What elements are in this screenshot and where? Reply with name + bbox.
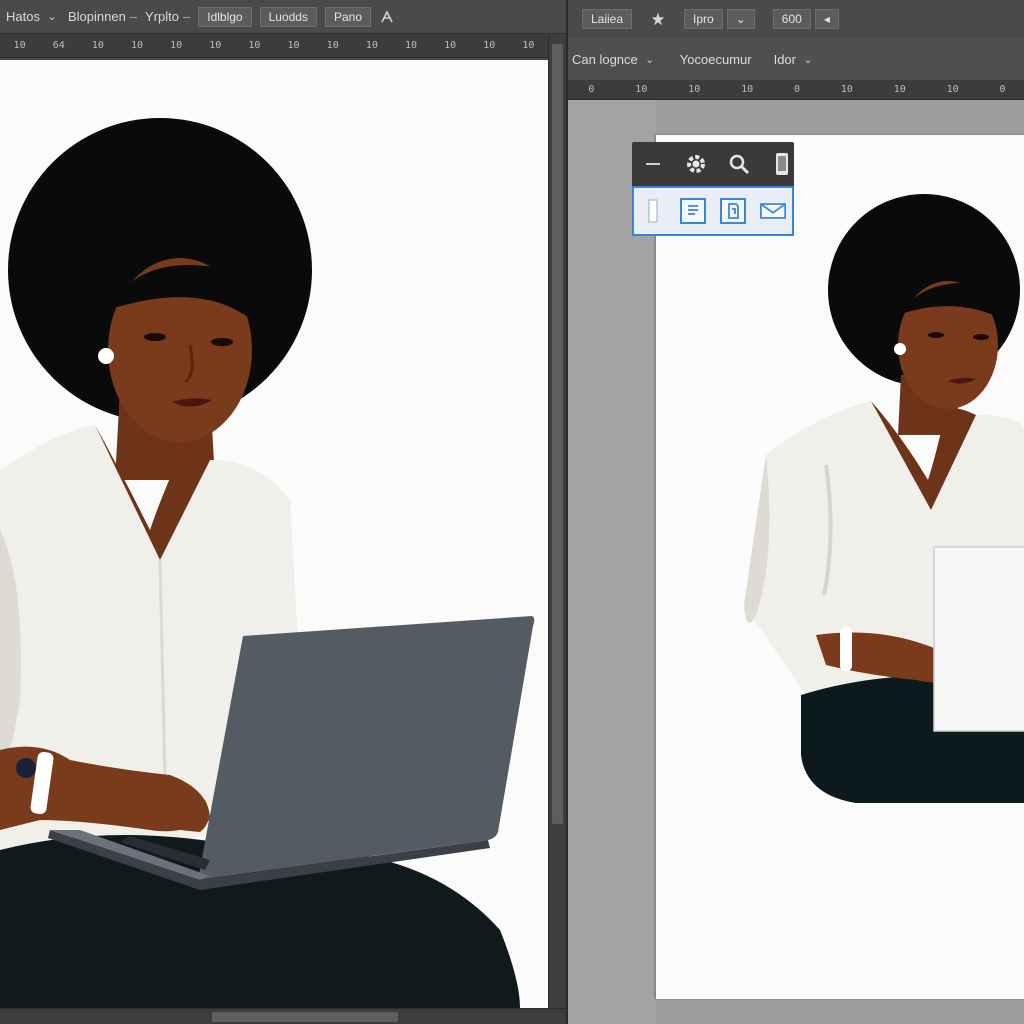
- ruler-tick: 10: [248, 40, 261, 51]
- toolbar-item-hatos[interactable]: Hatos ⌄: [6, 9, 60, 25]
- toolbar-item-yrplto[interactable]: Yrplto –: [145, 9, 190, 24]
- toolbar-field-idlblgo[interactable]: Idlblgo: [198, 6, 252, 27]
- floating-tool-palette: [632, 142, 794, 238]
- ruler-tick: 10: [688, 84, 701, 95]
- ruler-tick: 0: [588, 84, 595, 95]
- right-horizontal-ruler: 0 10 10 10 0 10 10 10 0: [568, 80, 1024, 100]
- ruler-tick: 10: [91, 40, 104, 51]
- toolbar-separator: –: [183, 9, 191, 24]
- stepper-icon: ◂: [814, 9, 839, 29]
- ruler-tick: 10: [946, 84, 959, 95]
- ruler-tick: 10: [326, 40, 339, 51]
- star-tool-icon[interactable]: [650, 11, 666, 27]
- zoom-dropdown[interactable]: Ipro ⌄: [684, 9, 755, 29]
- toolbar-field-pano[interactable]: Pano: [324, 6, 372, 27]
- toolbar-item-label: Hatos: [6, 9, 40, 24]
- note-icon[interactable]: [680, 198, 706, 224]
- size-field[interactable]: 600 ◂: [772, 9, 839, 29]
- right-document-pane: Laiiea Ipro ⌄ 600 ◂ Can lognce ⌄ Yocoecu…: [566, 0, 1024, 1024]
- zoom-icon[interactable]: [726, 151, 751, 177]
- scrollbar-thumb[interactable]: [552, 44, 563, 824]
- toolbar-tab-laiiea[interactable]: Laiiea: [582, 9, 633, 29]
- ruler-tick: 0: [793, 84, 800, 95]
- illustration-woman-with-laptop: [0, 118, 535, 1008]
- ruler-tick: 64: [52, 40, 65, 51]
- size-value: 600: [772, 9, 811, 29]
- ruler-tick: 10: [483, 40, 496, 51]
- chevron-down-icon: ⌄: [47, 11, 57, 23]
- toolbar-item-label: Blopinnen: [67, 9, 126, 24]
- ruler-tick: 10: [741, 84, 754, 95]
- toolbar-item-blopinnen[interactable]: Blopinnen –: [68, 9, 137, 24]
- ruler-tick: 10: [444, 40, 457, 51]
- ruler-tick: 10: [404, 40, 417, 51]
- pen-tool-icon[interactable]: [379, 9, 395, 25]
- file-icon[interactable]: [720, 198, 746, 224]
- ruler-tick: 10: [130, 40, 144, 51]
- left-horizontal-scrollbar[interactable]: [0, 1008, 566, 1024]
- phone-icon[interactable]: [769, 151, 794, 177]
- ruler-tick: 10: [840, 84, 853, 95]
- toolbar-field-luodds[interactable]: Luodds: [259, 6, 317, 27]
- page-marker-icon[interactable]: [640, 198, 666, 224]
- ruler-tick: 10: [287, 40, 300, 51]
- app-window: Hatos ⌄ Blopinnen – Yrplto – Idlblgo Luo…: [0, 0, 1024, 1024]
- subbar-item-yocoecumur[interactable]: Yocoecumur: [680, 52, 752, 67]
- chevron-down-icon: ⌄: [803, 53, 813, 66]
- zoom-value: Ipro: [684, 9, 723, 29]
- subbar-item-idor[interactable]: Idor ⌄: [774, 51, 816, 67]
- ruler-tick: 10: [893, 84, 906, 95]
- left-horizontal-ruler: 10 64 10 10 10 10 10 10 10 10 10 10 10 1…: [0, 34, 548, 58]
- ruler-tick: 10: [522, 40, 535, 51]
- toolbar-separator: –: [129, 9, 138, 24]
- left-canvas[interactable]: [0, 60, 548, 1008]
- scrollbar-thumb[interactable]: [212, 1012, 398, 1022]
- subbar-item-label: Idor: [773, 51, 796, 67]
- gear-icon[interactable]: [683, 151, 708, 177]
- mail-icon[interactable]: [760, 198, 786, 224]
- ruler-tick: 10: [365, 40, 378, 51]
- subbar-item-label: Yocoecumur: [679, 51, 752, 67]
- ruler-tick: 10: [170, 40, 183, 51]
- ruler-tick: 0: [999, 84, 1006, 95]
- toolbar-item-label: Yrplto: [145, 9, 179, 24]
- ruler-tick: 10: [13, 40, 26, 51]
- left-document-pane: Hatos ⌄ Blopinnen – Yrplto – Idlblgo Luo…: [0, 0, 566, 1024]
- subbar-item-can-lognce[interactable]: Can lognce ⌄: [572, 51, 658, 67]
- palette-bottom-row: [632, 186, 794, 236]
- right-pasteboard: [568, 100, 1024, 1024]
- illustration-woman-seated: [744, 194, 1024, 803]
- left-toolbar: Hatos ⌄ Blopinnen – Yrplto – Idlblgo Luo…: [0, 0, 566, 34]
- subbar-item-label: Can lognce: [572, 51, 638, 67]
- right-page-canvas[interactable]: [656, 135, 1024, 999]
- ruler-tick: 10: [209, 40, 222, 51]
- palette-top-row: [632, 142, 794, 186]
- chevron-down-icon: ⌄: [726, 9, 755, 29]
- chevron-down-icon: ⌄: [645, 53, 655, 66]
- left-vertical-scrollbar[interactable]: [548, 34, 566, 1008]
- minus-icon[interactable]: [640, 151, 665, 177]
- right-toolbar: Laiiea Ipro ⌄ 600 ◂: [568, 0, 1024, 38]
- right-subbar: Can lognce ⌄ Yocoecumur Idor ⌄: [568, 38, 1024, 80]
- pasteboard-shade: [568, 100, 656, 1024]
- ruler-tick: 10: [635, 84, 648, 95]
